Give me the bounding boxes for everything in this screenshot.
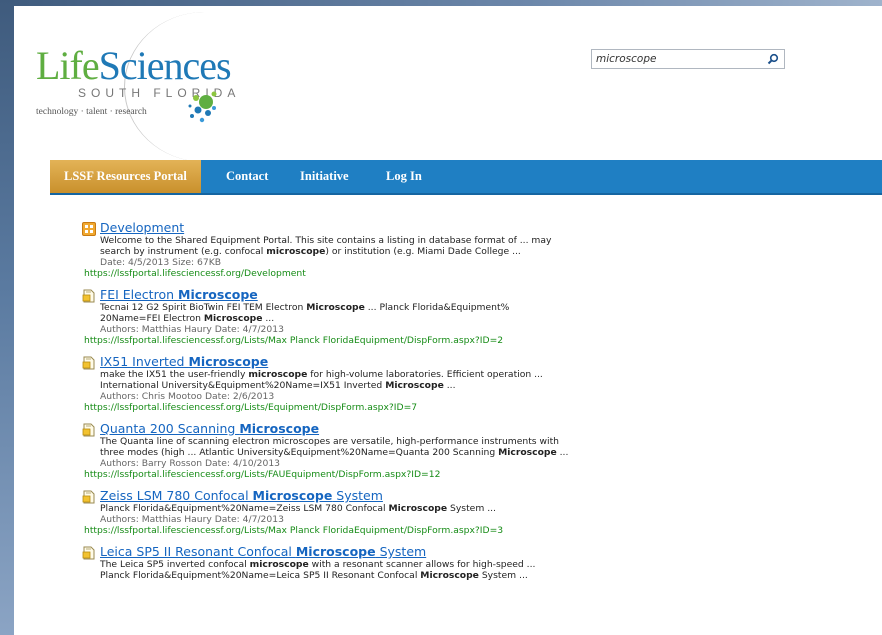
search-icon bbox=[767, 53, 779, 65]
result-description: The Leica SP5 inverted confocal microsco… bbox=[100, 559, 536, 570]
result-description: Welcome to the Shared Equipment Portal. … bbox=[100, 235, 552, 246]
query-highlight: microscope bbox=[248, 369, 308, 380]
query-highlight: Microscope bbox=[388, 503, 448, 514]
page: LifeSciences SOUTH FLORIDA technology · … bbox=[14, 6, 882, 635]
search-results: Development Welcome to the Shared Equipme… bbox=[82, 220, 872, 589]
query-highlight: Microscope bbox=[239, 421, 320, 436]
logo-life-text: Life bbox=[36, 43, 100, 88]
result-description: The Quanta line of scanning electron mic… bbox=[100, 436, 559, 447]
search-result-item: FEI Electron Microscope Tecnai 12 G2 Spir… bbox=[82, 287, 872, 346]
search-button[interactable] bbox=[764, 51, 782, 67]
result-description: 20Name=FEI Electron Microscope ... bbox=[100, 313, 275, 324]
query-highlight: Microscope bbox=[306, 302, 365, 313]
query-highlight: microscope bbox=[266, 246, 326, 257]
logo-sciences-text: Sciences bbox=[98, 43, 232, 88]
query-highlight: Microscope bbox=[188, 354, 269, 369]
list-item-icon bbox=[82, 355, 96, 370]
result-description: Planck Florida&Equipment%20Name=Leica SP… bbox=[100, 570, 528, 581]
result-metadata: Date: 4/5/2013 Size: 67KB bbox=[100, 257, 222, 268]
query-highlight: Microscope bbox=[420, 570, 479, 581]
query-highlight: Microscope bbox=[498, 447, 557, 458]
query-highlight: microscope bbox=[249, 559, 309, 570]
result-url[interactable]: https://lssfportal.lifesciencessf.org/Li… bbox=[84, 335, 872, 346]
list-item-icon bbox=[82, 288, 96, 303]
result-metadata: Authors: Barry Rosson Date: 4/10/2013 bbox=[100, 458, 281, 469]
search-input[interactable] bbox=[594, 51, 758, 67]
query-highlight: Microscope bbox=[385, 380, 444, 391]
result-description: make the IX51 the user-friendly microsco… bbox=[100, 369, 543, 380]
result-metadata: Authors: Chris Mootoo Date: 2/6/2013 bbox=[100, 391, 275, 402]
result-description: three modes (high ... Atlantic Universit… bbox=[100, 447, 569, 458]
result-description: International University&Equipment%20Nam… bbox=[100, 380, 456, 391]
list-item-icon bbox=[82, 422, 96, 437]
result-url[interactable]: https://lssfportal.lifesciencessf.org/Li… bbox=[84, 402, 872, 413]
search-result-item: Leica SP5 II Resonant Confocal Microscop… bbox=[82, 544, 872, 581]
logo-tagline: technology · talent · research bbox=[36, 107, 147, 117]
query-highlight: Microscope bbox=[295, 544, 376, 559]
result-description: Planck Florida&Equipment%20Name=Zeiss LS… bbox=[100, 503, 496, 514]
result-title-link[interactable]: IX51 Inverted Microscope bbox=[100, 354, 872, 369]
site-icon bbox=[82, 221, 96, 236]
nav-lssf-resources-portal[interactable]: LSSF Resources Portal bbox=[50, 160, 201, 193]
search-box bbox=[591, 49, 785, 69]
logo-wordmark: LifeSciences bbox=[36, 42, 232, 89]
result-url[interactable]: https://lssfportal.lifesciencessf.org/De… bbox=[84, 268, 872, 279]
top-navigation: LSSF Resources Portal Contact Initiative… bbox=[50, 160, 882, 195]
query-highlight: Microscope bbox=[178, 287, 258, 302]
site-logo[interactable]: LifeSciences SOUTH FLORIDA technology · … bbox=[36, 12, 256, 162]
result-title-link[interactable]: Development bbox=[100, 220, 872, 235]
result-title-link[interactable]: Quanta 200 Scanning Microscope bbox=[100, 421, 872, 436]
nav-initiative[interactable]: Initiative bbox=[300, 160, 349, 193]
result-metadata: Authors: Matthias Haury Date: 4/7/2013 bbox=[100, 324, 284, 335]
search-result-item: Quanta 200 Scanning Microscope The Quanta… bbox=[82, 421, 872, 480]
search-result-item: IX51 Inverted Microscope make the IX51 th… bbox=[82, 354, 872, 413]
result-metadata: Authors: Matthias Haury Date: 4/7/2013 bbox=[100, 514, 284, 525]
nav-contact[interactable]: Contact bbox=[226, 160, 268, 193]
nav-log-in[interactable]: Log In bbox=[386, 160, 422, 193]
list-item-icon bbox=[82, 489, 96, 504]
window-backdrop-left bbox=[0, 0, 14, 635]
list-item-icon bbox=[82, 545, 96, 560]
search-result-item: Development Welcome to the Shared Equipme… bbox=[82, 220, 872, 279]
query-highlight: Microscope bbox=[203, 313, 263, 324]
result-description: search by instrument (e.g. confocal micr… bbox=[100, 246, 521, 257]
search-result-item: Zeiss LSM 780 Confocal Microscope System… bbox=[82, 488, 872, 536]
result-url[interactable]: https://lssfportal.lifesciencessf.org/Li… bbox=[84, 469, 872, 480]
result-title-link[interactable]: FEI Electron Microscope bbox=[100, 287, 872, 302]
query-highlight: Microscope bbox=[252, 488, 333, 503]
molecule-dots-icon bbox=[188, 91, 217, 123]
result-url[interactable]: https://lssfportal.lifesciencessf.org/Li… bbox=[84, 525, 872, 536]
result-title-link[interactable]: Zeiss LSM 780 Confocal Microscope System bbox=[100, 488, 872, 503]
result-description: Tecnai 12 G2 Spirit BioTwin FEI TEM Elec… bbox=[100, 302, 510, 313]
result-title-link[interactable]: Leica SP5 II Resonant Confocal Microscop… bbox=[100, 544, 872, 559]
